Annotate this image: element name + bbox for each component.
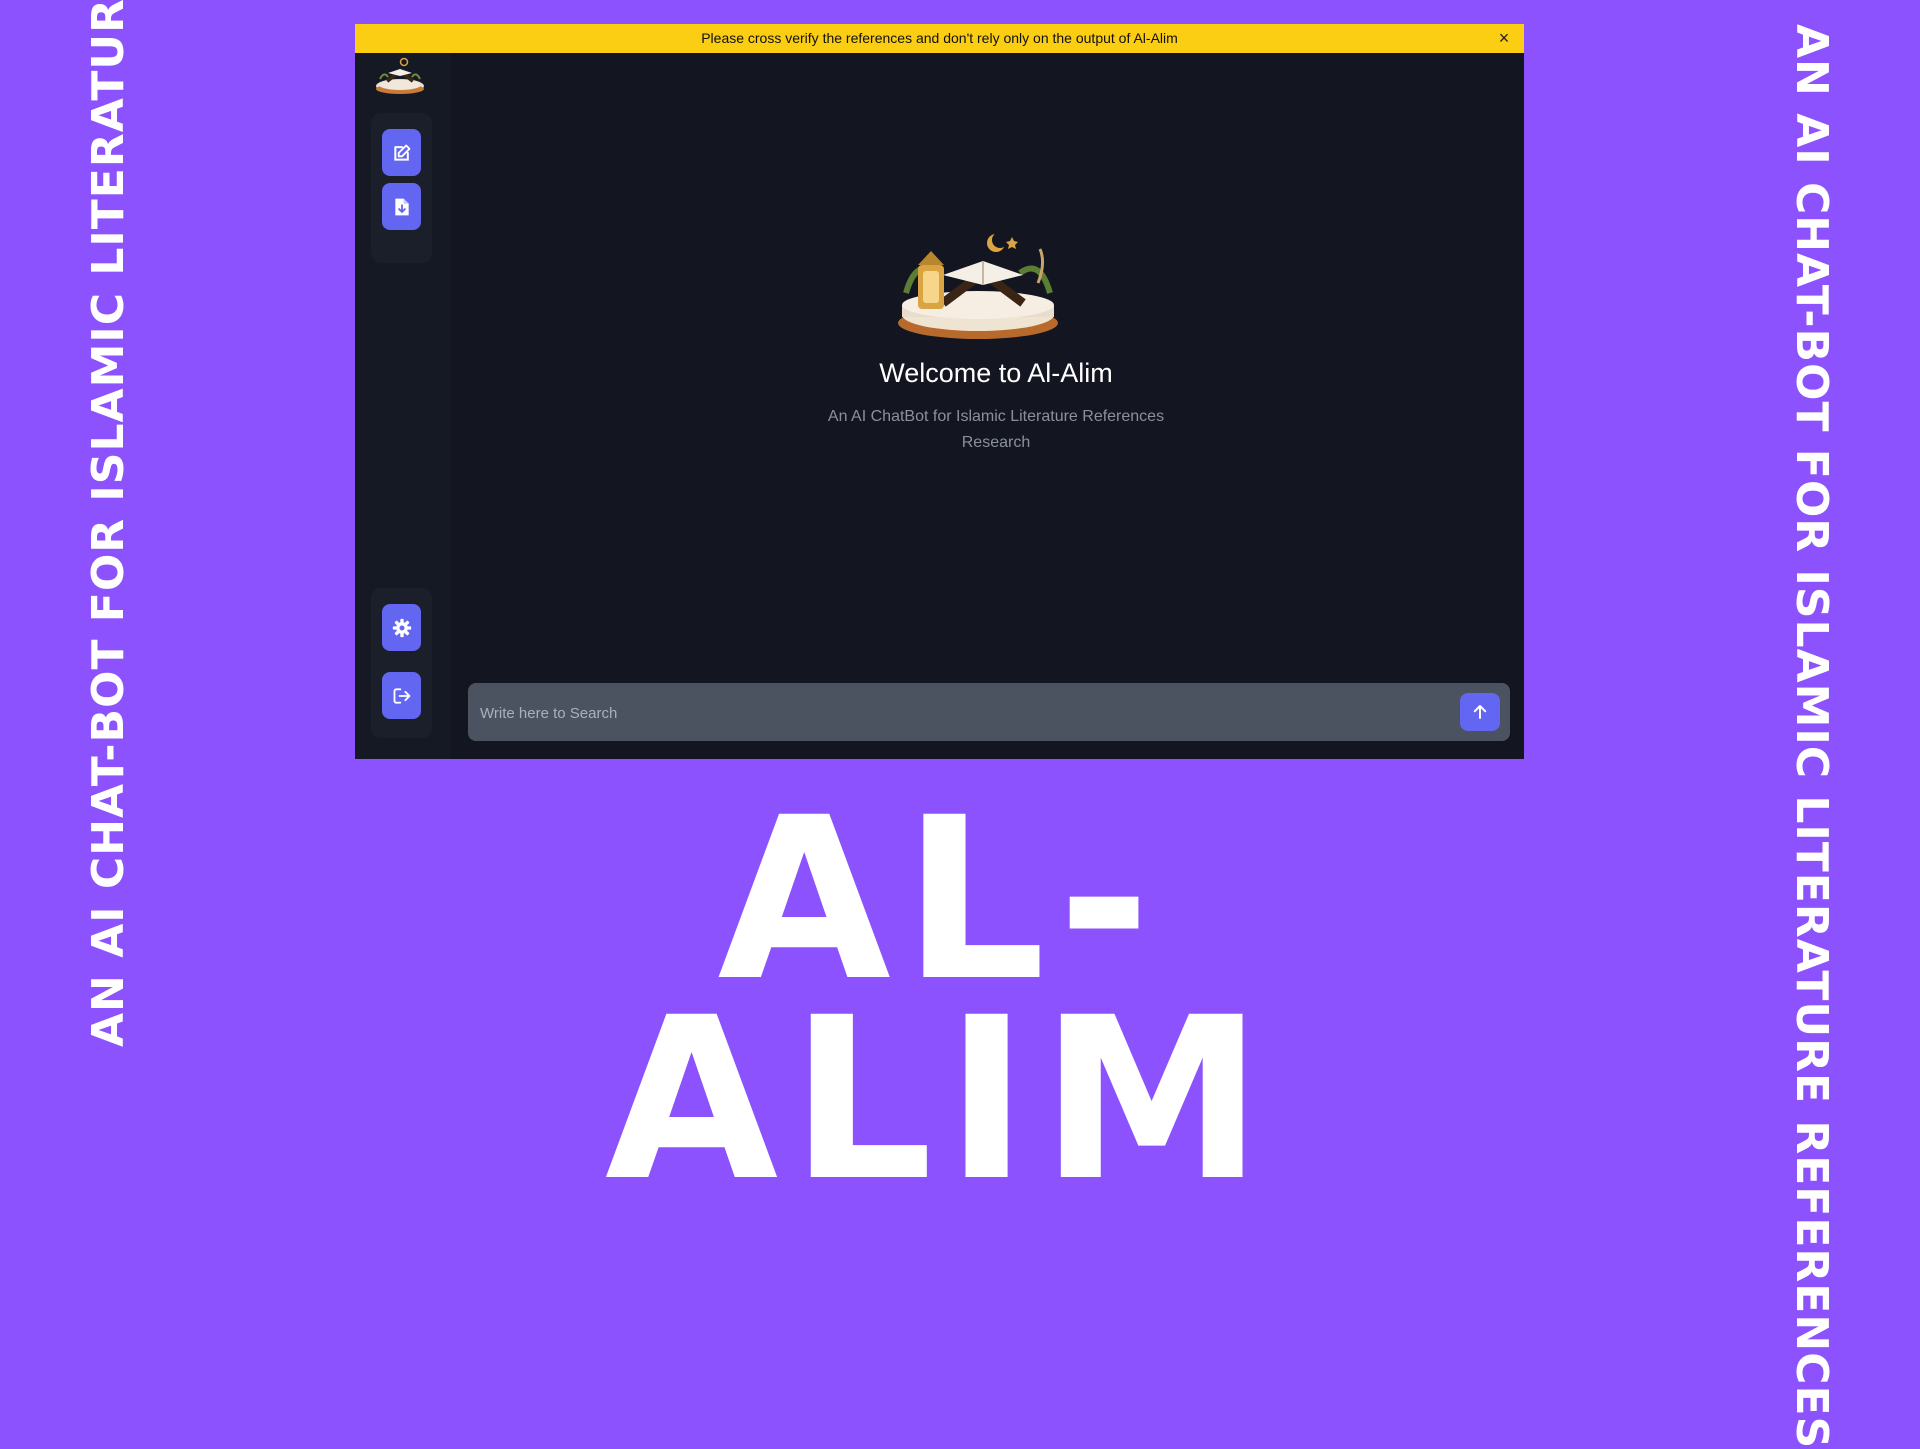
welcome-subtitle: An AI ChatBot for Islamic Literature Ref…: [827, 408, 1165, 451]
sidebar: [355, 53, 451, 759]
quran-on-stand-illustration-icon: [898, 232, 1058, 339]
logout-icon: [393, 687, 410, 704]
settings-button[interactable]: [382, 604, 421, 651]
arrow-up-icon: [1473, 705, 1487, 719]
download-button[interactable]: [382, 183, 421, 230]
new-chat-button[interactable]: [382, 129, 421, 176]
warning-banner: Please cross verify the references and d…: [355, 24, 1524, 53]
search-input[interactable]: [478, 697, 1442, 729]
main-chat-area: Welcome to Al-Alim An AI ChatBot for Isl…: [468, 53, 1524, 759]
file-download-icon: [394, 198, 409, 215]
banner-close-button[interactable]: ×: [1494, 24, 1514, 53]
poster-title: AL-ALIM: [604, 769, 1276, 1230]
side-tagline-left: AN AI CHAT-BOT FOR ISLAMIC LITERATURE RE…: [83, 0, 134, 1047]
send-button[interactable]: [1460, 693, 1500, 731]
welcome-title: Welcome to Al-Alim: [879, 358, 1113, 388]
side-tagline-right: AN AI CHAT-BOT FOR ISLAMIC LITERATURE RE…: [1786, 24, 1837, 1449]
search-bar: [468, 683, 1510, 741]
app-window: Please cross verify the references and d…: [355, 24, 1524, 759]
logout-button[interactable]: [382, 672, 421, 719]
hero-illustration: [888, 223, 1068, 343]
sidebar-bottom-group: [371, 588, 432, 738]
banner-text: Please cross verify the references and d…: [701, 30, 1178, 46]
sidebar-top-group: [371, 113, 432, 263]
gear-icon: [392, 618, 411, 637]
app-logo[interactable]: [374, 55, 426, 95]
edit-icon: [393, 144, 410, 161]
quran-stand-logo-icon: [376, 57, 424, 94]
